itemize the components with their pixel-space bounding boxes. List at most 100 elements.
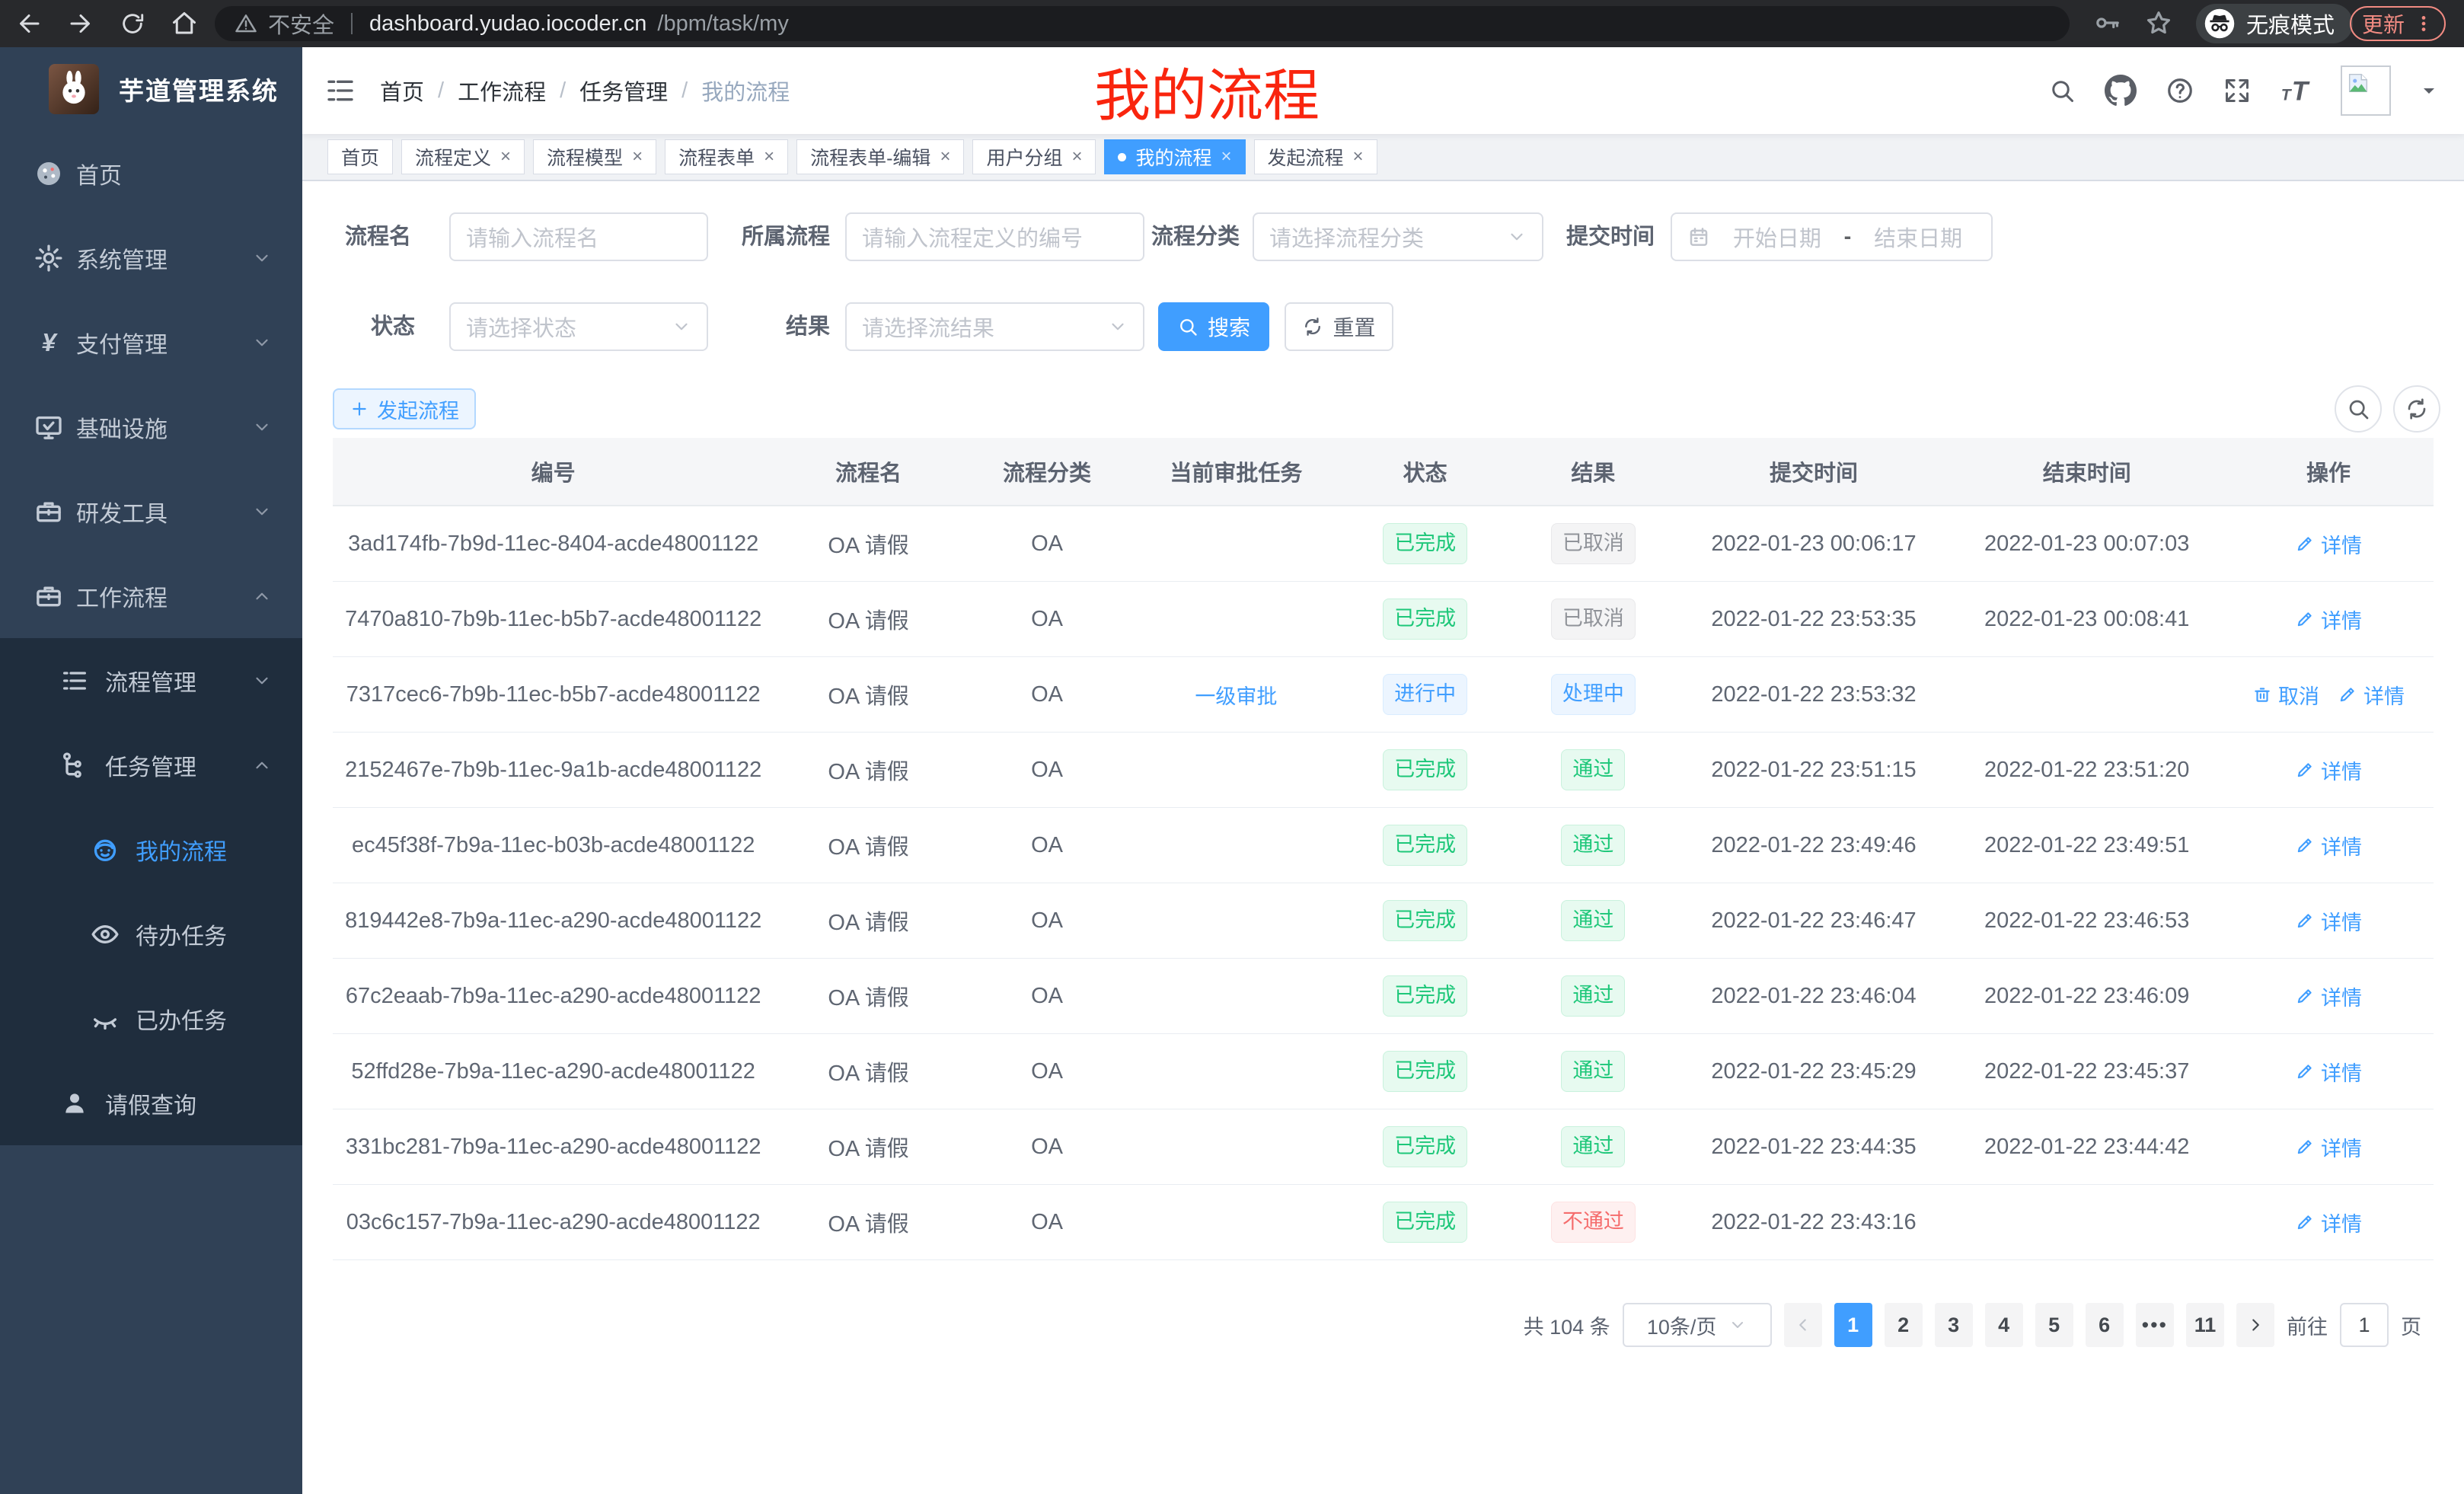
process-definition-input[interactable]: 请输入流程定义的编号 — [845, 212, 1144, 261]
page-button-3[interactable]: 3 — [1935, 1303, 1973, 1347]
browser-reload-button[interactable] — [116, 7, 149, 40]
browser-update-button[interactable]: 更新 — [2350, 6, 2446, 41]
tab-process-model[interactable]: 流程模型× — [533, 139, 656, 174]
detail-link[interactable]: 详情 — [2338, 680, 2405, 710]
sidebar-item-process-mgmt[interactable]: 流程管理 — [0, 638, 302, 723]
close-icon[interactable]: × — [1353, 148, 1364, 166]
detail-link[interactable]: 详情 — [2295, 755, 2362, 785]
detail-link[interactable]: 详情 — [2295, 605, 2362, 634]
category-select[interactable]: 请选择流程分类 — [1253, 212, 1543, 261]
close-icon[interactable]: × — [1071, 148, 1082, 166]
robot-icon — [90, 835, 120, 865]
page-button-4[interactable]: 4 — [1985, 1303, 2023, 1347]
font-size-icon[interactable]: TT — [2280, 75, 2312, 107]
table-row: 03c6c157-7b9a-11ec-a290-acde48001122OA 请… — [333, 1185, 2434, 1260]
tab-process-form[interactable]: 流程表单× — [665, 139, 788, 174]
sidebar-item-devtools[interactable]: 研发工具 — [0, 469, 302, 554]
calendar-icon — [1687, 225, 1710, 248]
close-icon[interactable]: × — [764, 148, 774, 166]
fullscreen-icon[interactable] — [2223, 77, 2251, 104]
page-button-5[interactable]: 5 — [2035, 1303, 2073, 1347]
chevron-down-icon — [252, 417, 272, 437]
process-name-input[interactable]: 请输入流程名 — [449, 212, 708, 261]
search-icon[interactable] — [2048, 77, 2076, 104]
start-process-button[interactable]: 发起流程 — [333, 388, 476, 429]
next-page-button[interactable] — [2236, 1303, 2274, 1347]
address-bar[interactable]: 不安全 dashboard.yudao.iocoder.cn/bpm/task/… — [215, 6, 2070, 41]
show-search-toggle-button[interactable] — [2335, 385, 2382, 433]
sidebar-item-home[interactable]: 首页 — [0, 131, 302, 215]
breadcrumb-task-mgmt[interactable]: 任务管理 — [579, 75, 668, 107]
hamburger-icon[interactable] — [325, 75, 356, 106]
status-select[interactable]: 请选择状态 — [449, 302, 708, 351]
sidebar-item-payment[interactable]: ¥支付管理 — [0, 300, 302, 385]
tab-start-process[interactable]: 发起流程× — [1254, 139, 1377, 174]
sidebar-item-label: 工作流程 — [76, 579, 168, 613]
incognito-label: 无痕模式 — [2246, 8, 2335, 40]
result-select[interactable]: 请选择流结果 — [845, 302, 1144, 351]
page-size-select[interactable]: 10条/页 — [1623, 1303, 1772, 1347]
tab-process-definition[interactable]: 流程定义× — [401, 139, 525, 174]
breadcrumb-home[interactable]: 首页 — [380, 75, 424, 107]
sidebar-item-label: 已办任务 — [136, 1002, 227, 1036]
date-range-picker[interactable]: 开始日期 - 结束日期 — [1671, 212, 1993, 261]
cell-result: 通过 — [1509, 1051, 1677, 1092]
page-button-2[interactable]: 2 — [1885, 1303, 1923, 1347]
tab-user-group[interactable]: 用户分组× — [972, 139, 1096, 174]
action-label: 详情 — [2321, 529, 2362, 559]
sidebar-item-leave-query[interactable]: 请假查询 — [0, 1061, 302, 1145]
tab-my-process[interactable]: 我的流程× — [1104, 139, 1245, 174]
detail-link[interactable]: 详情 — [2295, 831, 2362, 860]
page-button-1[interactable]: 1 — [1834, 1303, 1872, 1347]
prev-page-button[interactable] — [1784, 1303, 1822, 1347]
page-button-6[interactable]: 6 — [2086, 1303, 2124, 1347]
browser-forward-button[interactable] — [64, 7, 97, 40]
sidebar-item-todo-tasks[interactable]: 待办任务 — [0, 892, 302, 976]
avatar[interactable] — [2341, 65, 2391, 116]
sidebar-item-infra[interactable]: 基础设施 — [0, 385, 302, 469]
detail-link[interactable]: 详情 — [2295, 906, 2362, 936]
page-button-11[interactable]: 11 — [2186, 1303, 2224, 1347]
cell-end-time: 2022-01-22 23:49:51 — [1950, 833, 2223, 858]
close-icon[interactable]: × — [632, 148, 643, 166]
table-row: 67c2eaab-7b9a-11ec-a290-acde48001122OA 请… — [333, 959, 2434, 1034]
sidebar-item-task-mgmt[interactable]: 任务管理 — [0, 723, 302, 807]
refresh-table-button[interactable] — [2393, 385, 2440, 433]
sidebar-item-system[interactable]: 系统管理 — [0, 215, 302, 300]
detail-link[interactable]: 详情 — [2295, 1208, 2362, 1237]
help-icon[interactable] — [2166, 76, 2194, 105]
search-button[interactable]: 搜索 — [1158, 302, 1269, 351]
tab-home[interactable]: 首页 — [327, 139, 393, 174]
flow-icon — [59, 750, 90, 781]
breadcrumb-workflow[interactable]: 工作流程 — [458, 75, 546, 107]
detail-link[interactable]: 详情 — [2295, 529, 2362, 559]
close-icon[interactable]: × — [500, 148, 511, 166]
bookmark-star-icon[interactable] — [2144, 8, 2173, 37]
sidebar-item-my-process[interactable]: 我的流程 — [0, 807, 302, 892]
col-category: 流程分类 — [963, 455, 1131, 487]
chevron-up-icon — [252, 586, 272, 606]
detail-link[interactable]: 详情 — [2295, 1057, 2362, 1087]
trash-icon — [2252, 685, 2272, 704]
gear-icon — [34, 243, 64, 273]
sidebar-item-workflow[interactable]: 工作流程 — [0, 554, 302, 638]
tab-process-form-edit[interactable]: 流程表单-编辑× — [796, 139, 964, 174]
col-task: 当前审批任务 — [1131, 455, 1341, 487]
browser-home-button[interactable] — [168, 7, 201, 40]
browser-back-button[interactable] — [12, 7, 46, 40]
password-key-icon[interactable] — [2092, 8, 2121, 37]
app-logo[interactable]: 芋道管理系统 — [0, 47, 302, 131]
detail-link[interactable]: 详情 — [2295, 1132, 2362, 1162]
reset-button[interactable]: 重置 — [1285, 302, 1393, 351]
goto-page-input[interactable]: 1 — [2340, 1303, 2389, 1347]
chevron-down-icon[interactable] — [2420, 81, 2438, 100]
detail-link[interactable]: 详情 — [2295, 982, 2362, 1011]
cancel-link[interactable]: 取消 — [2252, 680, 2319, 710]
github-icon[interactable] — [2105, 75, 2137, 107]
close-icon[interactable]: × — [940, 148, 950, 166]
close-icon[interactable]: × — [1221, 148, 1232, 166]
task-link[interactable]: 一级审批 — [1195, 680, 1277, 710]
sidebar-item-done-tasks[interactable]: 已办任务 — [0, 976, 302, 1061]
action-label: 详情 — [2363, 680, 2405, 710]
cell-category: OA — [963, 908, 1131, 934]
